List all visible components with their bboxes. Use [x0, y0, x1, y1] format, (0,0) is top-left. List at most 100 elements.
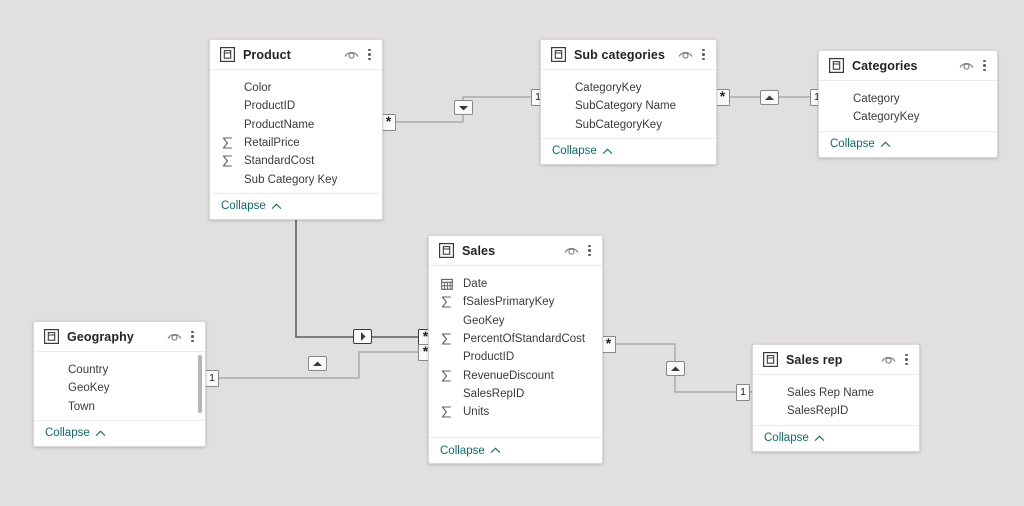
- sigma-icon: [222, 155, 238, 167]
- field-row[interactable]: ProductName: [210, 116, 382, 134]
- collapse-label: Collapse: [830, 138, 875, 151]
- more-options-icon[interactable]: [368, 48, 371, 62]
- field-row[interactable]: Units: [429, 403, 602, 421]
- field-label: Sub Category Key: [244, 173, 338, 186]
- field-row[interactable]: Category: [819, 90, 997, 108]
- field-row[interactable]: Color: [210, 79, 382, 97]
- field-label: Sales Rep Name: [787, 387, 874, 400]
- table-card-sales-rep[interactable]: Sales rep Sales Rep Name SalesRepID Coll…: [752, 344, 920, 452]
- field-row[interactable]: StandardCost: [210, 152, 382, 170]
- field-row[interactable]: SubCategory Name: [541, 97, 716, 115]
- field-row[interactable]: fSalesPrimaryKey: [429, 293, 602, 311]
- field-list-sales-rep: Sales Rep Name SalesRepID: [753, 375, 919, 425]
- more-options-icon[interactable]: [905, 353, 908, 367]
- model-diagram-canvas[interactable]: * 1 * 1 1 * 1 * * 1 Prod: [0, 0, 1024, 506]
- vertical-scrollbar[interactable]: [198, 355, 202, 413]
- cardinality-one-geography[interactable]: 1: [205, 370, 219, 387]
- table-card-geography[interactable]: Geography Country GeoKey Town Collapse: [33, 321, 206, 447]
- table-card-sales[interactable]: Sales Date fSalesPrimaryKey GeoKey Perce…: [428, 235, 603, 465]
- table-icon: [829, 58, 844, 73]
- hide-eye-icon[interactable]: [678, 49, 693, 60]
- sigma-icon: [441, 296, 457, 308]
- field-row[interactable]: SalesRepID: [429, 385, 602, 403]
- more-options-icon[interactable]: [191, 330, 194, 344]
- field-row[interactable]: ProductID: [429, 348, 602, 366]
- collapse-button-sales-rep[interactable]: Collapse: [753, 424, 919, 451]
- table-name-sales: Sales: [462, 243, 496, 258]
- field-row[interactable]: RevenueDiscount: [429, 366, 602, 384]
- chevron-up-icon: [814, 435, 825, 442]
- cardinality-many-subcategories-categories[interactable]: *: [715, 89, 730, 106]
- more-options-icon[interactable]: [588, 244, 591, 258]
- field-row[interactable]: Sales Rep Name: [753, 384, 919, 402]
- hide-eye-icon[interactable]: [564, 245, 579, 256]
- collapse-button-sub-categories[interactable]: Collapse: [541, 137, 716, 164]
- field-row[interactable]: CategoryKey: [541, 79, 716, 97]
- field-row[interactable]: Country: [34, 361, 205, 379]
- filter-direction-arrow-up-sales-salesrep[interactable]: [666, 361, 685, 376]
- field-row[interactable]: Date: [429, 275, 602, 293]
- field-label: ProductID: [463, 351, 515, 364]
- table-header-sales[interactable]: Sales: [429, 236, 602, 266]
- field-row[interactable]: RetailPrice: [210, 134, 382, 152]
- chevron-up-icon: [271, 203, 282, 210]
- field-label: RetailPrice: [244, 137, 300, 150]
- table-name-sub-categories: Sub categories: [574, 47, 666, 62]
- table-card-categories[interactable]: Categories Category CategoryKey Collapse: [818, 50, 998, 158]
- collapse-button-categories[interactable]: Collapse: [819, 130, 997, 157]
- table-name-sales-rep: Sales rep: [786, 352, 843, 367]
- field-label: SalesRepID: [463, 387, 525, 400]
- field-label: Date: [463, 278, 488, 291]
- field-label: Country: [68, 364, 109, 377]
- sigma-icon: [441, 333, 457, 345]
- collapse-label: Collapse: [221, 200, 266, 213]
- filter-direction-arrow-up-subcategories-categories[interactable]: [760, 90, 779, 105]
- collapse-button-geography[interactable]: Collapse: [34, 419, 205, 446]
- filter-direction-arrow-down-product-subcategories[interactable]: [454, 100, 473, 115]
- table-header-product[interactable]: Product: [210, 40, 382, 70]
- table-icon: [44, 329, 59, 344]
- table-header-categories[interactable]: Categories: [819, 51, 997, 81]
- hide-eye-icon[interactable]: [881, 354, 896, 365]
- table-name-categories: Categories: [852, 58, 918, 73]
- cardinality-many-sales-salesrep[interactable]: *: [601, 336, 616, 353]
- field-label: SubCategory Name: [575, 100, 676, 113]
- field-row[interactable]: GeoKey: [429, 312, 602, 330]
- table-header-sub-categories[interactable]: Sub categories: [541, 40, 716, 70]
- relationship-line-product-sales[interactable]: [295, 208, 428, 338]
- collapse-label: Collapse: [764, 432, 809, 445]
- sigma-icon: [222, 137, 238, 149]
- collapse-button-sales[interactable]: Collapse: [429, 437, 602, 463]
- table-icon: [220, 47, 235, 62]
- collapse-button-product[interactable]: Collapse: [210, 192, 382, 219]
- field-row[interactable]: SalesRepID: [753, 402, 919, 420]
- chevron-up-icon: [880, 141, 891, 148]
- field-row[interactable]: Sub Category Key: [210, 170, 382, 188]
- field-label: RevenueDiscount: [463, 369, 554, 382]
- table-icon: [551, 47, 566, 62]
- field-label: StandardCost: [244, 155, 315, 168]
- field-row[interactable]: CategoryKey: [819, 108, 997, 126]
- cardinality-one-salesrep[interactable]: 1: [736, 384, 750, 401]
- field-list-sub-categories: CategoryKey SubCategory Name SubCategory…: [541, 70, 716, 138]
- field-row[interactable]: SubCategoryKey: [541, 116, 716, 134]
- filter-direction-arrow-right-product-sales[interactable]: [353, 329, 372, 344]
- field-row[interactable]: Town: [34, 398, 205, 416]
- field-row[interactable]: ProductID: [210, 97, 382, 115]
- sigma-icon: [441, 406, 457, 418]
- table-card-product[interactable]: Product Color ProductID ProductName Reta…: [209, 39, 383, 220]
- field-row[interactable]: GeoKey: [34, 379, 205, 397]
- more-options-icon[interactable]: [983, 59, 986, 73]
- more-options-icon[interactable]: [702, 48, 705, 62]
- cardinality-many-product-subcategories[interactable]: *: [381, 114, 396, 131]
- field-row[interactable]: PercentOfStandardCost: [429, 330, 602, 348]
- hide-eye-icon[interactable]: [167, 331, 182, 342]
- table-header-sales-rep[interactable]: Sales rep: [753, 345, 919, 375]
- table-header-geography[interactable]: Geography: [34, 322, 205, 352]
- table-card-sub-categories[interactable]: Sub categories CategoryKey SubCategory N…: [540, 39, 717, 165]
- hide-eye-icon[interactable]: [344, 49, 359, 60]
- hide-eye-icon[interactable]: [959, 60, 974, 71]
- filter-direction-arrow-up-geography-sales[interactable]: [308, 356, 327, 371]
- field-list-geography: Country GeoKey Town: [34, 352, 205, 420]
- field-label: ProductID: [244, 100, 296, 113]
